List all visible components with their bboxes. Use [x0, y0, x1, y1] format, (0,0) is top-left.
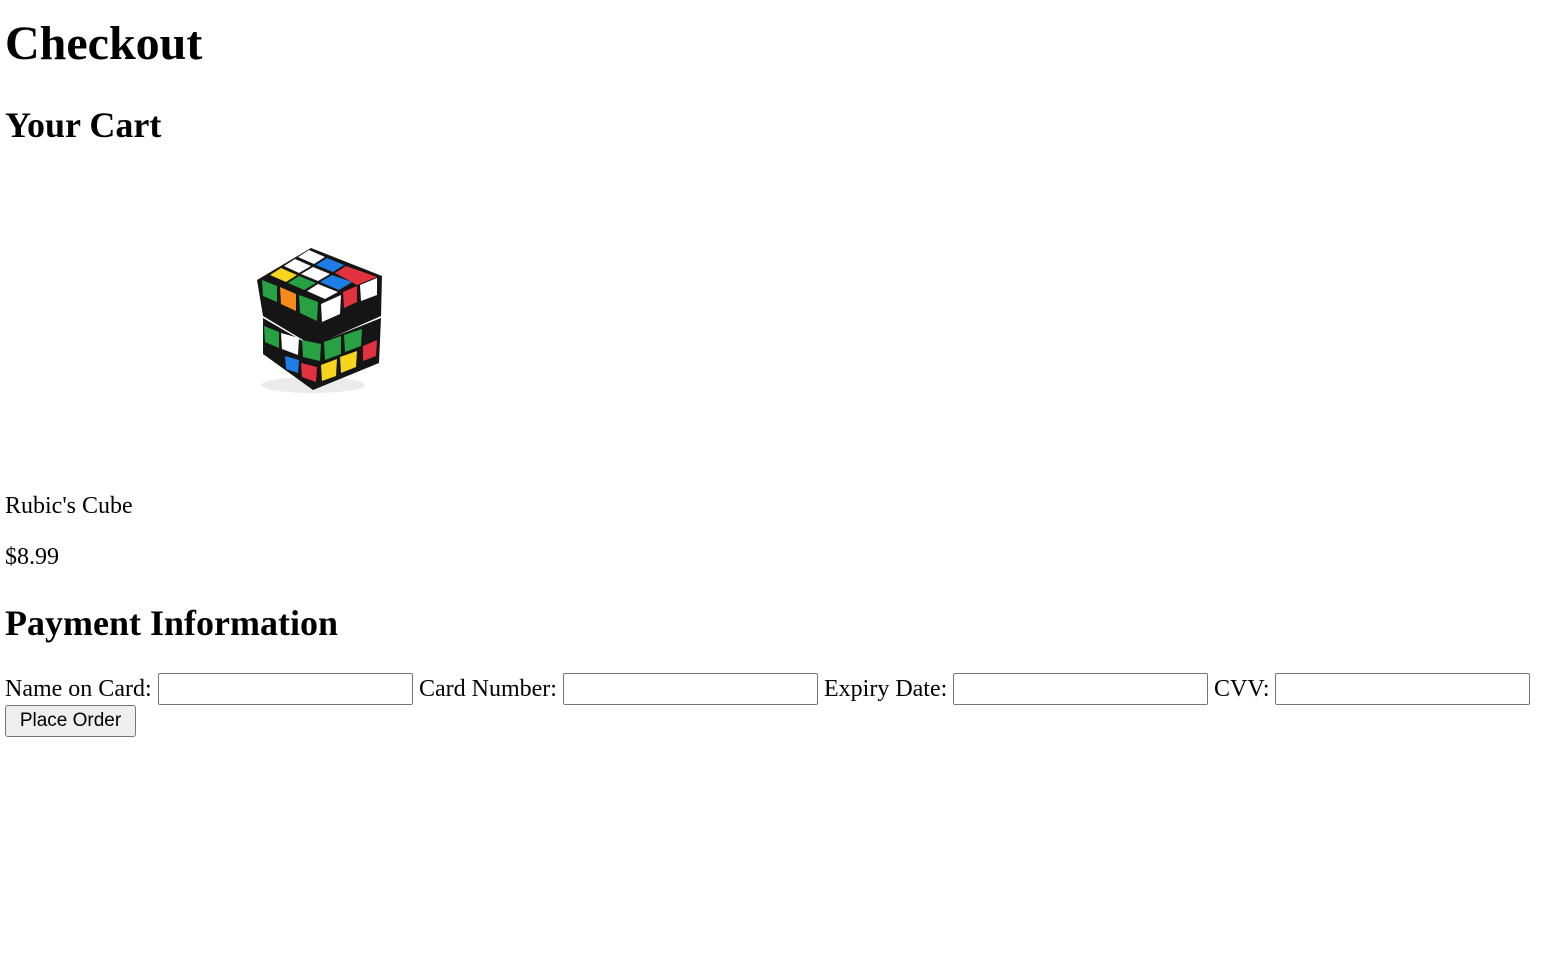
- product-name: Rubic's Cube: [5, 493, 133, 519]
- name-on-card-label: Name on Card:: [5, 676, 152, 702]
- name-on-card-input[interactable]: [158, 673, 413, 705]
- expiry-date-input[interactable]: [953, 673, 1208, 705]
- cart-heading: Your Cart: [5, 105, 162, 145]
- expiry-date-label: Expiry Date:: [824, 676, 948, 702]
- cvv-input[interactable]: [1275, 673, 1530, 705]
- card-number-label: Card Number:: [419, 676, 557, 702]
- page-title: Checkout: [5, 17, 203, 70]
- rubiks-cube-icon: [257, 248, 382, 393]
- place-order-button[interactable]: Place Order: [5, 705, 136, 737]
- card-number-input[interactable]: [563, 673, 818, 705]
- product-price: $8.99: [5, 544, 59, 570]
- product-image: [5, 168, 485, 468]
- payment-heading: Payment Information: [5, 603, 338, 643]
- cvv-label: CVV:: [1214, 676, 1270, 702]
